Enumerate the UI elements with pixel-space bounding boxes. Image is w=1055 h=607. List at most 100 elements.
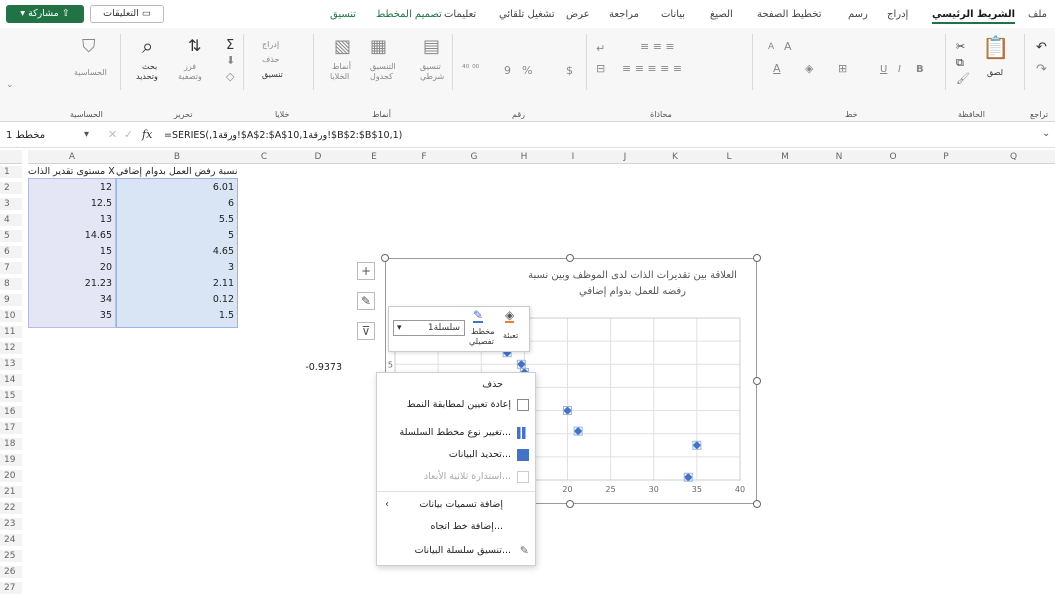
cell-a4[interactable]: 13 [28, 214, 116, 226]
expand-formula-icon[interactable]: ⌄ [1042, 128, 1050, 139]
row-header-15[interactable]: 15 [0, 390, 22, 402]
cell-a1-header[interactable]: مستوى تقدير الذات X [28, 166, 116, 178]
cell-a6[interactable]: 15 [28, 246, 116, 258]
row-header-20[interactable]: 20 [0, 470, 22, 482]
row-header-25[interactable]: 25 [0, 550, 22, 562]
undo-icon[interactable]: ↶ [1036, 40, 1047, 55]
find-label[interactable]: بحث [142, 62, 157, 71]
row-header-7[interactable]: 7 [0, 262, 22, 274]
menu-item-format-series[interactable]: تنسيق سلسلة البيانات... ✎ [415, 543, 529, 559]
cell-b6[interactable]: 4.65 [116, 246, 238, 258]
data-point[interactable] [692, 440, 702, 450]
chart-handle[interactable] [566, 500, 574, 508]
column-header-n[interactable]: N [812, 150, 866, 164]
outline-icon[interactable]: ✎ [473, 309, 484, 323]
font-size-up-icon[interactable]: A [784, 40, 792, 53]
copy-icon[interactable]: ⧉ [956, 56, 964, 70]
row-header-27[interactable]: 27 [0, 582, 22, 594]
chart-handle[interactable] [566, 254, 574, 262]
tab-page-layout[interactable]: تخطيط الصفحة [757, 9, 822, 20]
column-header-q[interactable]: Q [972, 150, 1055, 164]
row-header-1[interactable]: 1 [0, 166, 22, 178]
cond-format-label[interactable]: تنسيق [420, 62, 441, 71]
row-header-2[interactable]: 2 [0, 182, 22, 194]
comments-button[interactable]: التعليقات ▭ [90, 5, 164, 23]
tab-draw[interactable]: رسم [848, 9, 868, 20]
row-header-23[interactable]: 23 [0, 518, 22, 530]
sort-filter-icon[interactable]: ⇅ [188, 36, 201, 55]
format-table-label2[interactable]: كجدول [370, 72, 393, 81]
row-header-12[interactable]: 12 [0, 342, 22, 354]
decimal-icon[interactable]: ⁴⁰ ⁰⁰ [462, 64, 479, 74]
row-header-16[interactable]: 16 [0, 406, 22, 418]
enter-icon[interactable]: ✓ [124, 128, 133, 141]
series-select[interactable]: ▾ سلسلة1 [393, 320, 465, 336]
tab-formulas[interactable]: الصيغ [710, 9, 733, 20]
menu-item-change-type[interactable]: تغيير نوع مخطط السلسلة... [400, 425, 529, 441]
menu-item-add-labels[interactable]: إضافة تسميات بيانات [420, 497, 503, 513]
row-header-24[interactable]: 24 [0, 534, 22, 546]
column-header-c[interactable]: C [238, 150, 290, 164]
column-header-l[interactable]: L [700, 150, 758, 164]
column-header-h[interactable]: H [502, 150, 546, 164]
row-header-10[interactable]: 10 [0, 310, 22, 322]
cell-b4[interactable]: 5.5 [116, 214, 238, 226]
column-header-o[interactable]: O [866, 150, 920, 164]
row-header-5[interactable]: 5 [0, 230, 22, 242]
sensitivity-label[interactable]: الحساسية [74, 68, 107, 77]
bold-button[interactable]: B [916, 64, 924, 75]
format-table-icon[interactable]: ▦ [370, 36, 387, 57]
percent-button[interactable]: % [522, 64, 532, 77]
row-header-11[interactable]: 11 [0, 326, 22, 338]
column-header-b[interactable]: B [116, 150, 238, 164]
row-header-14[interactable]: 14 [0, 374, 22, 386]
tab-view[interactable]: عرض [566, 9, 590, 20]
find-label2[interactable]: وتحديد [136, 72, 158, 81]
column-header-d[interactable]: D [290, 150, 346, 164]
chart-styles-button[interactable]: ✎ [357, 292, 375, 310]
cell-b7[interactable]: 3 [116, 262, 238, 274]
underline-button[interactable]: U [880, 64, 887, 75]
cell-b1-header[interactable]: نسبة رفض العمل بدوام إضافي Y [116, 166, 238, 178]
align-icon[interactable]: ≡ ≡ ≡ ≡ ≡ [622, 62, 682, 75]
row-header-4[interactable]: 4 [0, 214, 22, 226]
column-header-j[interactable]: J [600, 150, 650, 164]
cell-a5[interactable]: 14.65 [28, 230, 116, 242]
chart-handle[interactable] [753, 500, 761, 508]
paste-label[interactable]: لصق [987, 68, 1003, 77]
chart-filters-button[interactable]: ⊽ [357, 322, 375, 340]
row-header-17[interactable]: 17 [0, 422, 22, 434]
cell-b5[interactable]: 5 [116, 230, 238, 242]
cancel-icon[interactable]: ✕ [108, 128, 117, 141]
cell-styles-label[interactable]: أنماط [332, 62, 351, 71]
cell-d13[interactable]: -0.9373 [290, 362, 346, 374]
menu-item-reset[interactable]: إعادة تعيين لمطابقة النمط [407, 397, 529, 413]
cell-b9[interactable]: 0.12 [116, 294, 238, 306]
name-box-dropdown-icon[interactable]: ▾ [84, 129, 89, 140]
format-table-label[interactable]: التنسيق [370, 62, 396, 71]
cell-a2[interactable]: 12 [28, 182, 116, 194]
insert-cells-button[interactable]: إدراج [262, 40, 279, 49]
corner-select-all[interactable] [0, 150, 22, 164]
tab-help[interactable]: تعليمات [444, 9, 476, 20]
clear-icon[interactable]: ◇ [226, 70, 234, 83]
row-header-22[interactable]: 22 [0, 502, 22, 514]
wrap-text-icon[interactable]: ↵ [596, 42, 605, 55]
chevron-down-icon[interactable]: ⌄ [6, 80, 14, 90]
tab-file[interactable]: ملف [1028, 9, 1047, 20]
tab-data[interactable]: بيانات [661, 9, 685, 20]
row-header-9[interactable]: 9 [0, 294, 22, 306]
format-cells-button[interactable]: تنسيق [262, 70, 283, 79]
borders-icon[interactable]: ⊞ [838, 62, 847, 75]
format-painter-icon[interactable]: 🖌 [956, 72, 970, 85]
fill-color-icon[interactable]: ◈ [805, 62, 813, 75]
column-header-e[interactable]: E [346, 150, 402, 164]
delete-cells-button[interactable]: حذف [262, 55, 279, 64]
row-header-3[interactable]: 3 [0, 198, 22, 210]
sum-icon[interactable]: Σ [226, 38, 234, 53]
tab-format[interactable]: تنسيق [330, 9, 356, 20]
tab-automate[interactable]: تشغيل تلقائي [499, 9, 555, 20]
cell-styles-label2[interactable]: الخلايا [330, 72, 349, 81]
tab-review[interactable]: مراجعة [609, 9, 639, 20]
column-header-g[interactable]: G [446, 150, 502, 164]
